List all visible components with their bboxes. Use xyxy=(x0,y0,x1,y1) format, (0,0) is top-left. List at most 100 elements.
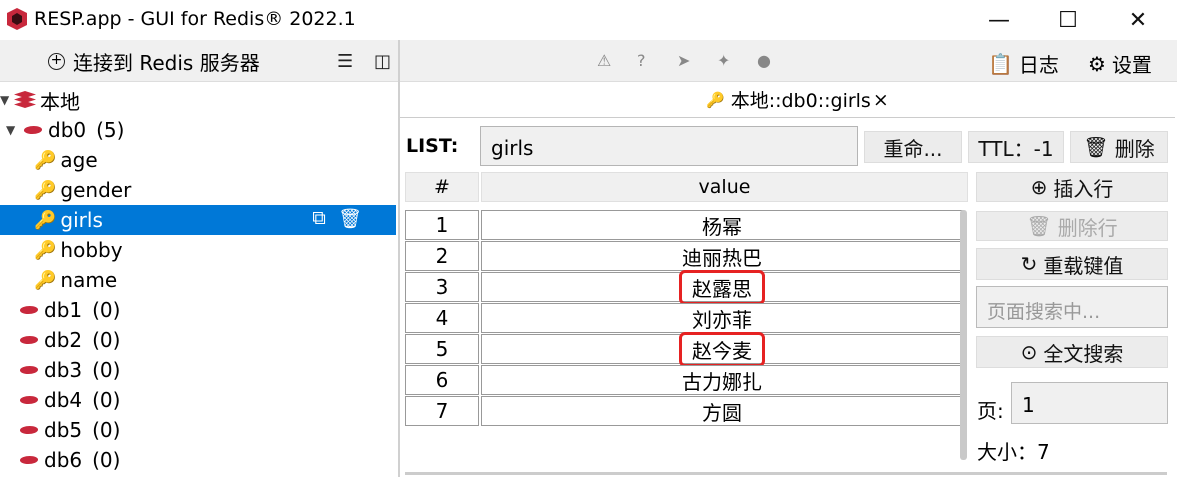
reload-button[interactable]: ↻ 重载键值 xyxy=(976,248,1168,280)
list-icon[interactable]: ☰ xyxy=(337,51,353,72)
key-label: age xyxy=(60,148,98,172)
tree-db6[interactable]: db6 (0) xyxy=(0,445,396,475)
left-toolbar: + 连接到 Redis 服务器 ☰ ◫ xyxy=(0,40,398,82)
warning-icon[interactable]: ⚠ xyxy=(597,51,611,70)
tree-db5[interactable]: db5 (0) xyxy=(0,415,396,445)
row-index: 5 xyxy=(405,334,479,364)
database-icon xyxy=(19,366,39,374)
db-label: db0 xyxy=(48,118,87,142)
row-index: 2 xyxy=(405,241,479,271)
full-search-label: 全文搜索 xyxy=(1043,341,1124,366)
telegram-icon[interactable]: ➤ xyxy=(677,51,690,70)
delete-row-button[interactable]: 🗑 删除行 xyxy=(976,211,1168,241)
key-type-label: LIST: xyxy=(406,135,459,157)
log-button[interactable]: 📋 日志 xyxy=(988,49,1059,78)
db-count: (0) xyxy=(92,448,121,472)
table-row[interactable]: 7 方圆 xyxy=(405,396,968,426)
row-value[interactable]: 杨幂 xyxy=(481,210,963,240)
delete-key-button[interactable]: 🗑 删除 xyxy=(1070,131,1168,163)
settings-button[interactable]: ⚙ 设置 xyxy=(1088,49,1152,78)
plus-circle-icon: + xyxy=(48,52,65,70)
github-icon[interactable]: ● xyxy=(757,51,771,70)
db-label: db3 xyxy=(44,358,83,382)
table-row[interactable]: 4 刘亦菲 xyxy=(405,303,968,333)
minimize-button[interactable]: — xyxy=(968,0,1030,40)
row-value[interactable]: 方圆 xyxy=(481,396,963,426)
row-value-text: 方圆 xyxy=(702,400,742,425)
row-value-text: 古力娜扎 xyxy=(682,369,762,394)
close-button[interactable]: ✕ xyxy=(1107,0,1169,40)
copy-icon[interactable]: ⧉ xyxy=(312,207,326,230)
row-index: 6 xyxy=(405,365,479,395)
row-index: 1 xyxy=(405,210,479,240)
chevron-down-icon[interactable]: ▼ xyxy=(6,123,20,137)
insert-row-button[interactable]: ⊕ 插入行 xyxy=(976,172,1168,202)
play-circle-icon: ⊙ xyxy=(1020,340,1038,364)
table-row[interactable]: 6 古力娜扎 xyxy=(405,365,968,395)
tab-bar: 🔑 本地::db0::girls × xyxy=(400,82,1177,116)
ttl-button[interactable]: TTL：-1 xyxy=(968,131,1064,163)
page-number-input[interactable]: 1 xyxy=(1011,382,1168,424)
db-label: db4 xyxy=(44,388,83,412)
tree-db1[interactable]: db1 (0) xyxy=(0,295,396,325)
ttl-label: TTL：-1 xyxy=(978,136,1054,161)
table-row[interactable]: 2 迪丽热巴 xyxy=(405,241,968,271)
tree-key-name[interactable]: 🔑 name xyxy=(0,265,396,295)
key-label: girls xyxy=(60,208,103,232)
row-value[interactable]: 赵今麦 xyxy=(481,331,963,367)
tree-db4[interactable]: db4 (0) xyxy=(0,385,396,415)
row-value[interactable]: 赵露思 xyxy=(481,269,963,305)
highlighted-value: 赵今麦 xyxy=(679,331,765,367)
rename-button[interactable]: 重命... xyxy=(864,131,962,163)
tree-key-gender[interactable]: 🔑 gender xyxy=(0,175,396,205)
highlighted-value: 赵露思 xyxy=(679,269,765,305)
right-toolbar: ⚠ ? ➤ ✦ ● 📋 日志 ⚙ 设置 xyxy=(400,40,1177,82)
tab-close-icon[interactable]: × xyxy=(873,89,889,111)
page-label: 页: xyxy=(977,399,1004,423)
panel-toggle-icon[interactable]: ◫ xyxy=(374,51,391,72)
twitter-icon[interactable]: ✦ xyxy=(717,51,730,70)
row-value[interactable]: 刘亦菲 xyxy=(481,303,963,333)
table-scrollbar[interactable] xyxy=(960,210,967,460)
key-icon: 🔑 xyxy=(34,209,57,231)
database-icon xyxy=(19,336,39,344)
trash-icon[interactable]: 🗑 xyxy=(338,207,362,230)
column-header-index[interactable]: # xyxy=(405,172,479,202)
tree-key-age[interactable]: 🔑 age xyxy=(0,145,396,175)
row-value[interactable]: 古力娜扎 xyxy=(481,365,963,395)
row-index: 3 xyxy=(405,272,479,302)
key-icon: 🔑 xyxy=(34,239,57,261)
db-label: db5 xyxy=(44,418,83,442)
table-row[interactable]: 1 杨幂 xyxy=(405,210,968,240)
maximize-button[interactable]: ☐ xyxy=(1037,0,1099,40)
database-icon xyxy=(19,306,39,314)
connect-server-button[interactable]: + 连接到 Redis 服务器 xyxy=(48,48,260,75)
tab-girls[interactable]: 🔑 本地::db0::girls × xyxy=(706,86,889,113)
db-count: (5) xyxy=(96,118,125,142)
chevron-down-icon[interactable]: ▼ xyxy=(0,93,14,107)
table-row[interactable]: 3 赵露思 xyxy=(405,269,968,305)
tree-key-girls[interactable]: 🔑 girls ⧉ 🗑 xyxy=(0,205,396,235)
app-logo-icon xyxy=(7,8,27,30)
full-search-button[interactable]: ⊙ 全文搜索 xyxy=(976,336,1168,368)
trash-icon: 🗑 xyxy=(1026,214,1052,238)
tree-db2[interactable]: db2 (0) xyxy=(0,325,396,355)
key-icon: 🔑 xyxy=(34,269,57,291)
page-search-input[interactable]: 页面搜索中... xyxy=(976,286,1168,328)
tree-server-local[interactable]: ▼ 本地 xyxy=(0,85,396,115)
tree-db3[interactable]: db3 (0) xyxy=(0,355,396,385)
insert-row-label: 插入行 xyxy=(1053,176,1114,201)
column-header-value[interactable]: value xyxy=(481,172,968,202)
db-label: db2 xyxy=(44,328,83,352)
connect-label: 连接到 Redis 服务器 xyxy=(73,50,260,75)
database-icon xyxy=(19,426,39,434)
tree-key-hobby[interactable]: 🔑 hobby xyxy=(0,235,396,265)
tree-db0[interactable]: ▼ db0 (5) xyxy=(0,115,396,145)
help-icon[interactable]: ? xyxy=(637,51,646,70)
window-title: RESP.app - GUI for Redis® 2022.1 xyxy=(34,8,356,30)
key-icon: 🔑 xyxy=(34,149,57,171)
key-name-field[interactable]: girls xyxy=(480,126,858,166)
key-label: name xyxy=(60,268,118,292)
row-value[interactable]: 迪丽热巴 xyxy=(481,241,963,271)
table-row[interactable]: 5 赵今麦 xyxy=(405,331,968,367)
